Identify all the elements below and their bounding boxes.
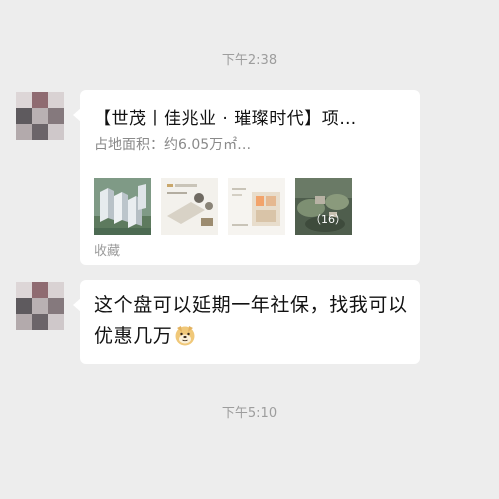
message-text-wrap: 这个盘可以延期一年社保，找我可以优惠几万 — [94, 290, 410, 352]
chat-window: 下午2:38 【世茂丨佳兆业 · 璀璨时代】项… 占地面积：约6.05万㎡… （… — [0, 0, 499, 499]
link-card[interactable]: 【世茂丨佳兆业 · 璀璨时代】项… 占地面积：约6.05万㎡… （16） 收藏 — [80, 90, 420, 265]
thumbnail-image — [228, 178, 285, 235]
thumbnail-image — [94, 178, 151, 235]
message-text: 这个盘可以延期一年社保，找我可以优惠几万 — [94, 294, 408, 347]
card-title: 【世茂丨佳兆业 · 璀璨时代】项… — [94, 109, 357, 129]
thumbnail-image: （16） — [295, 178, 352, 235]
sender-avatar[interactable] — [16, 282, 64, 330]
doge-emoji-icon — [175, 326, 195, 346]
card-description: 占地面积：约6.05万㎡… — [94, 137, 252, 153]
image-count: （16） — [310, 213, 346, 226]
thumbnail-image — [161, 178, 218, 235]
text-message-bubble[interactable]: 这个盘可以延期一年社保，找我可以优惠几万 — [80, 280, 420, 364]
card-source-label: 收藏 — [94, 244, 121, 259]
thumbnail-strip: （16） — [94, 178, 352, 235]
message-timestamp: 下午5:10 — [221, 406, 278, 421]
sender-avatar[interactable] — [16, 92, 64, 140]
message-timestamp: 下午2:38 — [221, 53, 278, 68]
